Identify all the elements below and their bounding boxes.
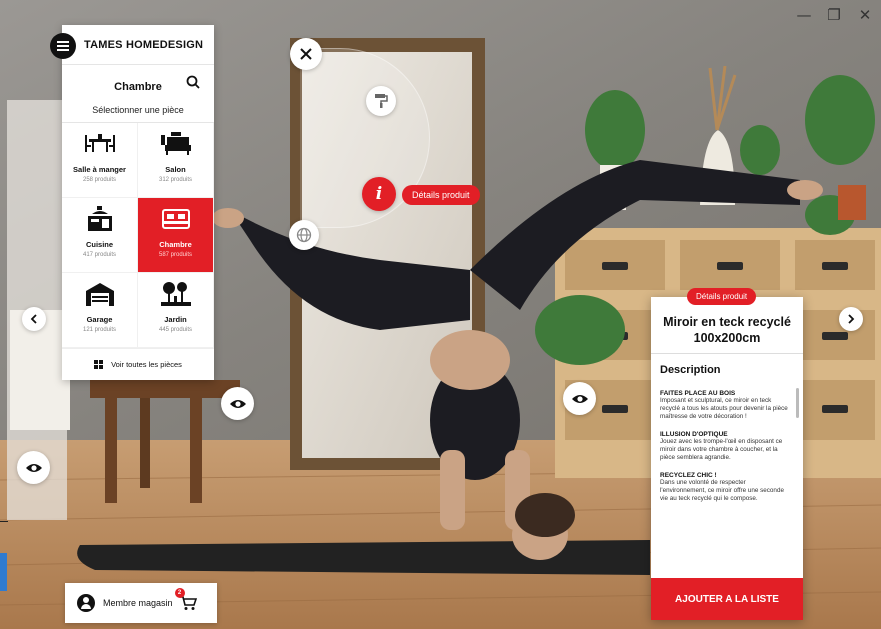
block-text: Jouez avec les trompe-l'œil en disposant… — [660, 438, 783, 461]
description-block: ILLUSION D'OPTIQUE Jouez avec les trompe… — [660, 431, 789, 462]
hotspot-eye-button[interactable] — [563, 382, 596, 415]
room-count: 587 produits — [158, 252, 193, 258]
hotspot-eye-button[interactable] — [17, 451, 50, 484]
paint-roller-button[interactable] — [366, 86, 396, 116]
room-grid: Salle à manger 258 produits Salon 312 pr… — [62, 123, 214, 348]
room-label: Jardin — [164, 315, 187, 324]
room-count: 417 produits — [82, 252, 117, 258]
room-label: Salle à manger — [73, 165, 126, 174]
cart-count-badge: 2 — [174, 588, 185, 598]
room-count: 312 produits — [158, 177, 193, 183]
product-info-button[interactable]: i — [362, 177, 396, 211]
description-heading: Description — [660, 364, 721, 376]
room-tile-garage[interactable]: Garage 121 produits — [62, 273, 138, 348]
room-count: 121 produits — [82, 327, 117, 333]
description-block: RECYCLEZ CHIC ! Dans une volonté de resp… — [660, 472, 789, 503]
close-hotspot-button[interactable] — [290, 38, 322, 70]
hotspot-eye-button[interactable] — [221, 387, 254, 420]
room-count: 445 produits — [158, 327, 193, 333]
room-tile-salon[interactable]: Salon 312 produits — [138, 123, 214, 198]
search-icon[interactable] — [186, 75, 200, 89]
block-heading: FAITES PLACE AU BOIS — [660, 390, 736, 397]
block-heading: ILLUSION D'OPTIQUE — [660, 431, 728, 438]
sofa-icon — [160, 132, 191, 155]
member-label: Membre magasin — [103, 598, 173, 608]
minimize-button[interactable]: — — [795, 6, 813, 24]
room-header: Chambre — [62, 65, 214, 105]
room-label: Chambre — [159, 240, 192, 249]
menu-button[interactable] — [50, 33, 76, 59]
hamburger-icon — [57, 45, 69, 47]
scrollbar[interactable] — [796, 388, 799, 418]
globe-button[interactable] — [289, 220, 319, 250]
description-scroll-area[interactable]: FAITES PLACE AU BOIS Imposant et sculptu… — [651, 382, 803, 572]
dining-table-icon — [84, 134, 115, 152]
eye-icon — [25, 463, 42, 472]
globe-icon — [296, 227, 312, 243]
product-details-card: Détails produit Miroir en teck recyclé 1… — [651, 288, 803, 620]
add-to-list-button[interactable]: AJOUTER A LA LISTE — [651, 578, 803, 620]
edge-accent — [0, 553, 7, 591]
room-subtitle: Sélectionner une pièce — [62, 105, 214, 123]
see-all-rooms-label: Voir toutes les pièces — [111, 360, 182, 369]
block-text: Imposant et sculptural, ce miroir en tec… — [660, 397, 788, 420]
kitchen-icon — [87, 206, 112, 231]
store-member-button[interactable]: Membre magasin 2 — [65, 583, 217, 623]
see-all-rooms-button[interactable]: Voir toutes les pièces — [62, 348, 214, 380]
room-selection-panel: TAMES HOMEDESIGN Chambre Sélectionner un… — [50, 25, 214, 380]
close-icon — [300, 48, 312, 60]
product-details-pill[interactable]: Détails produit — [402, 185, 480, 205]
block-heading: RECYCLEZ CHIC ! — [660, 472, 717, 479]
edge-divider — [0, 521, 8, 522]
room-label: Garage — [86, 315, 113, 324]
current-room-name: Chambre — [114, 81, 162, 93]
eye-icon — [571, 394, 588, 403]
room-tile-jardin[interactable]: Jardin 445 produits — [138, 273, 214, 348]
garage-icon — [85, 283, 114, 306]
brand-name: TAMES HOMEDESIGN — [62, 25, 214, 65]
chevron-right-icon — [848, 314, 855, 324]
room-tile-chambre[interactable]: Chambre 587 produits — [138, 198, 214, 273]
user-avatar-icon — [77, 594, 95, 612]
description-block: FAITES PLACE AU BOIS Imposant et sculptu… — [660, 390, 789, 421]
room-count: 258 produits — [82, 177, 117, 183]
previous-view-button[interactable] — [22, 307, 46, 331]
bed-icon — [161, 209, 190, 229]
room-tile-salle-a-manger[interactable]: Salle à manger 258 produits — [62, 123, 138, 198]
product-details-tag: Détails produit — [687, 288, 757, 305]
block-text: Dans une volonté de respecter l'environn… — [660, 479, 784, 502]
product-title: Miroir en teck recyclé 100x200cm — [651, 297, 803, 354]
cart-button[interactable]: 2 — [174, 588, 197, 611]
paint-roller-icon — [375, 94, 388, 108]
chevron-left-icon — [30, 314, 37, 324]
close-window-button[interactable]: ✕ — [856, 6, 874, 24]
room-tile-cuisine[interactable]: Cuisine 417 produits — [62, 198, 138, 273]
restore-button[interactable]: ❐ — [825, 6, 843, 24]
eye-icon — [229, 399, 246, 408]
room-label: Salon — [165, 165, 186, 174]
info-icon: i — [375, 184, 383, 204]
grid-icon — [94, 360, 104, 369]
next-view-button[interactable] — [839, 307, 863, 331]
garden-icon — [160, 282, 191, 306]
room-label: Cuisine — [85, 240, 114, 249]
